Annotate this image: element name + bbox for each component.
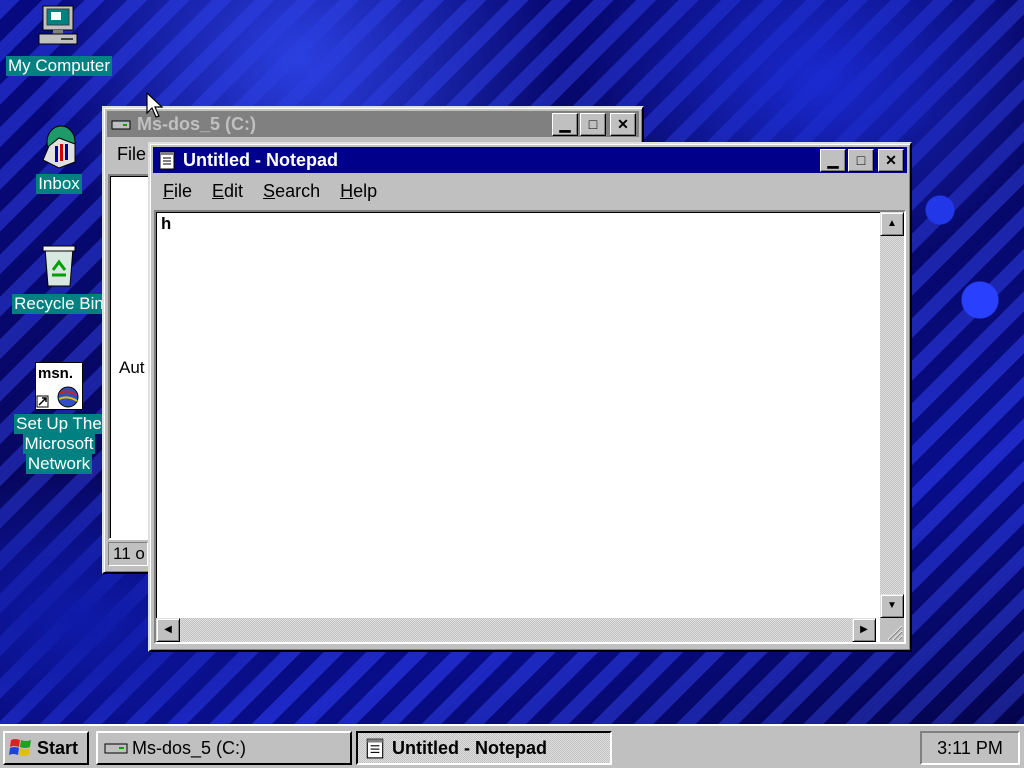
mouse-cursor-icon [146, 92, 164, 118]
scroll-up-button[interactable]: ▲ [880, 212, 904, 236]
menu-label: ile [174, 181, 193, 201]
minimize-icon: ▁ [559, 115, 571, 132]
arrow-left-icon: ◀ [164, 624, 172, 635]
desktop-icon-label: Microsoft [22, 434, 96, 454]
menu-label: earch [275, 181, 321, 201]
menu-search[interactable]: Search [253, 178, 330, 205]
explorer-item-text[interactable]: Aut [119, 358, 145, 378]
menu-accel: E [212, 181, 225, 201]
window-title: Untitled - Notepad [183, 149, 338, 170]
close-icon: ✕ [885, 151, 897, 168]
notepad-icon [157, 150, 177, 170]
inbox-icon [35, 122, 83, 170]
computer-icon [35, 4, 83, 52]
minimize-button[interactable]: ▁ [820, 148, 846, 172]
status-text: 11 o [113, 544, 145, 563]
menu-accel: F [163, 181, 174, 201]
document-text[interactable]: h [161, 216, 171, 235]
drive-icon [111, 114, 131, 134]
size-grip[interactable] [880, 618, 904, 642]
explorer-content: Aut [108, 174, 152, 540]
scroll-down-button[interactable]: ▼ [880, 594, 904, 618]
window-title: Ms-dos_5 (C:) [137, 113, 257, 134]
close-button[interactable]: ✕ [878, 148, 904, 172]
menu-edit[interactable]: Edit [202, 178, 253, 205]
drive-icon [104, 743, 128, 754]
taskbar-item-ms-dos[interactable]: Ms-dos_5 (C:) [96, 731, 352, 765]
start-label: Start [37, 737, 79, 758]
maximize-button[interactable]: □ [848, 148, 874, 172]
notepad-window[interactable]: Untitled - Notepad ▁ □ ✕ File Edit Searc… [148, 142, 912, 652]
close-icon: ✕ [617, 115, 629, 132]
desktop-icon-label: Inbox [36, 174, 82, 194]
notepad-menubar: File Edit Search Help [153, 178, 907, 205]
menu-label: dit [224, 181, 244, 201]
explorer-titlebar[interactable]: Ms-dos_5 (C:) ▁ □ ✕ [107, 111, 639, 137]
taskbar: Start Ms-dos_5 (C:) Untitled - Notepad 3… [0, 724, 1024, 768]
desktop-icon-recycle-bin[interactable]: Recycle Bin [4, 242, 114, 314]
arrow-up-icon: ▲ [887, 218, 897, 229]
desktop-icon-label: Recycle Bin [12, 294, 106, 314]
scroll-left-button[interactable]: ◀ [156, 618, 180, 642]
desktop-icon-my-computer[interactable]: My Computer [4, 4, 114, 76]
desktop-icon-label: Network [25, 454, 93, 474]
maximize-button[interactable]: □ [580, 112, 606, 136]
notepad-titlebar[interactable]: Untitled - Notepad ▁ □ ✕ [153, 147, 907, 173]
horizontal-scrollbar[interactable]: ◀ ▶ [156, 618, 876, 642]
windows-logo-icon [9, 739, 31, 756]
desktop-icon-label: Set Up The [14, 414, 104, 434]
menu-help[interactable]: Help [330, 178, 387, 205]
desktop-icon-label: My Computer [5, 56, 113, 76]
explorer-statusbar: 11 o [108, 542, 148, 566]
minimize-icon: ▁ [827, 151, 839, 168]
vertical-scrollbar[interactable]: ▲ ▼ [880, 212, 904, 618]
clock[interactable]: 3:11 PM [937, 738, 1003, 759]
menu-file[interactable]: File [153, 178, 202, 205]
menu-label: elp [353, 181, 378, 201]
notepad-text-area[interactable]: h ▲ ▼ ◀ ▶ [154, 210, 906, 644]
arrow-down-icon: ▼ [887, 600, 897, 611]
taskbar-item-label: Ms-dos_5 (C:) [132, 737, 247, 758]
menu-accel: S [263, 181, 276, 201]
scroll-right-button[interactable]: ▶ [852, 618, 876, 642]
minimize-button[interactable]: ▁ [552, 112, 578, 136]
desktop-icon-msn[interactable]: msn. Set Up The Microsoft Network [4, 362, 114, 474]
msn-icon: msn. [35, 362, 83, 410]
desktop-icon-inbox[interactable]: Inbox [4, 122, 114, 194]
arrow-right-icon: ▶ [860, 624, 868, 635]
start-button[interactable]: Start [3, 731, 89, 765]
size-grip-icon [887, 625, 903, 641]
recycle-bin-icon [35, 242, 83, 290]
taskbar-item-label: Untitled - Notepad [392, 737, 547, 758]
close-button[interactable]: ✕ [610, 112, 636, 136]
notepad-icon [366, 738, 384, 759]
system-tray: 3:11 PM [920, 731, 1020, 765]
taskbar-item-notepad[interactable]: Untitled - Notepad [356, 731, 612, 765]
maximize-icon: □ [856, 151, 866, 168]
desktop: My Computer Inbox Recycle Bin msn. Set U… [0, 0, 1024, 724]
menu-accel: H [340, 181, 354, 201]
maximize-icon: □ [588, 115, 598, 132]
